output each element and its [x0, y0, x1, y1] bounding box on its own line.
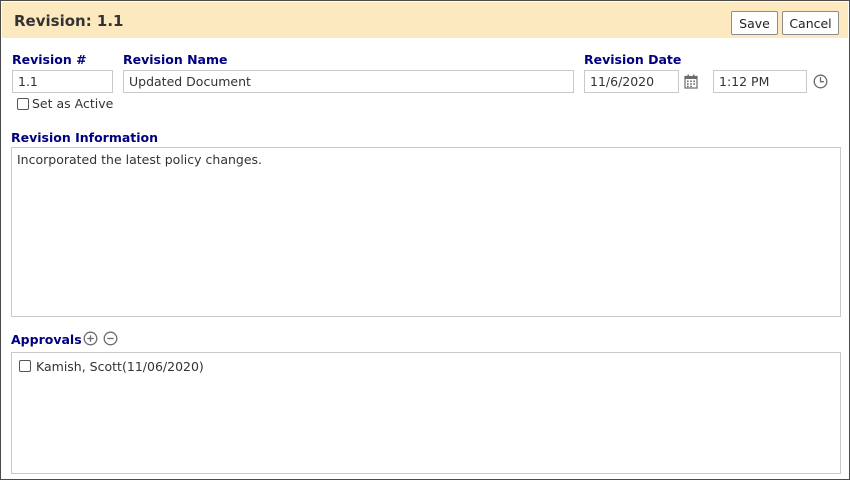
cancel-button[interactable]: Cancel [782, 11, 839, 35]
dialog-title: Revision: 1.1 [14, 12, 124, 30]
revision-date-input[interactable] [584, 70, 679, 93]
revision-time-input[interactable] [713, 70, 807, 93]
revision-number-label: Revision # [12, 52, 87, 67]
plus-circle-icon[interactable] [83, 331, 98, 346]
minus-circle-icon[interactable] [103, 331, 118, 346]
calendar-icon[interactable] [684, 74, 698, 89]
dialog-header: Revision: 1.1 Save Cancel [2, 2, 848, 38]
revision-date-label: Revision Date [584, 52, 682, 67]
revision-name-input[interactable] [123, 70, 574, 93]
revision-info-label: Revision Information [11, 130, 159, 145]
revision-name-label: Revision Name [123, 52, 228, 67]
set-active-checkbox[interactable] [17, 98, 29, 110]
revision-dialog: Revision: 1.1 Save Cancel Revision # Set… [0, 0, 850, 480]
revision-info-textarea[interactable]: Incorporated the latest policy changes. [11, 147, 841, 317]
clock-icon[interactable] [813, 74, 828, 89]
approvals-label: Approvals [11, 332, 82, 347]
set-active-label: Set as Active [32, 96, 114, 111]
save-button[interactable]: Save [731, 11, 778, 35]
revision-number-input[interactable] [12, 70, 113, 93]
approver-name: Kamish, Scott [36, 359, 122, 374]
approval-checkbox[interactable] [19, 360, 31, 372]
approval-date: (11/06/2020) [122, 359, 204, 374]
approvals-list: Kamish, Scott (11/06/2020) [11, 352, 841, 474]
